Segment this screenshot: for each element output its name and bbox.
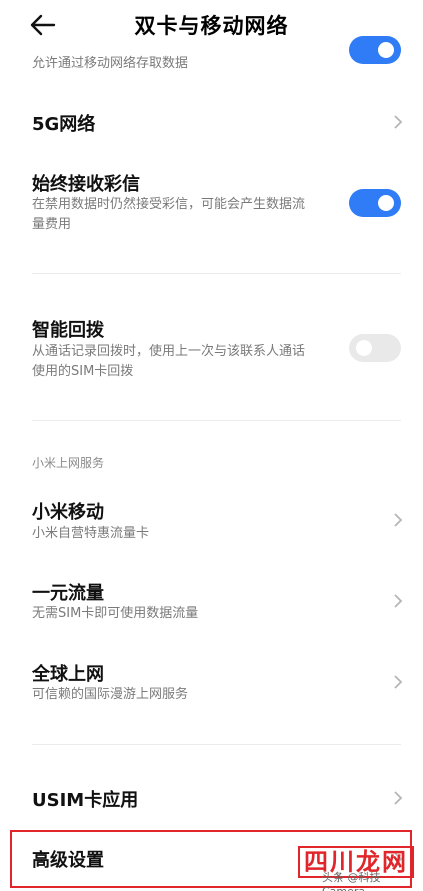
usim-app-row[interactable]: USIM卡应用	[0, 776, 423, 820]
chevron-right-icon	[394, 115, 403, 129]
xiaomi-mobile-label: 小米移动	[32, 502, 104, 523]
5g-network-label: 5G网络	[32, 114, 96, 135]
5g-network-row[interactable]: 5G网络	[0, 100, 423, 144]
one-yuan-data-row[interactable]: 一元流量 无需SIM卡即可使用数据流量	[0, 576, 423, 632]
global-internet-label: 全球上网	[32, 664, 104, 685]
always-receive-mms-desc-1: 在禁用数据时仍然接受彩信，可能会产生数据流	[32, 197, 306, 212]
divider	[32, 420, 401, 421]
advanced-settings-label: 高级设置	[32, 850, 104, 871]
chevron-right-icon	[394, 791, 403, 805]
section-header-xiaomi-services: 小米上网服务	[32, 456, 105, 470]
always-receive-mms-row[interactable]: 始终接收彩信 在禁用数据时仍然接受彩信，可能会产生数据流 量费用	[0, 165, 423, 245]
smart-redial-label: 智能回拨	[32, 320, 104, 341]
chevron-right-icon	[394, 675, 403, 689]
divider	[32, 273, 401, 274]
always-receive-mms-toggle[interactable]	[349, 189, 401, 217]
chevron-right-icon	[394, 513, 403, 527]
smart-redial-toggle[interactable]	[349, 334, 401, 362]
xiaomi-mobile-row[interactable]: 小米移动 小米自营特惠流量卡	[0, 494, 423, 550]
global-internet-row[interactable]: 全球上网 可信赖的国际漫游上网服务	[0, 657, 423, 713]
always-receive-mms-desc-2: 量费用	[32, 217, 72, 232]
one-yuan-data-label: 一元流量	[32, 583, 104, 604]
mobile-data-row[interactable]: 允许通过移动网络存取数据	[0, 36, 423, 88]
smart-redial-desc-1: 从通话记录回拨时，使用上一次与该联系人通话	[32, 344, 306, 359]
one-yuan-data-desc: 无需SIM卡即可使用数据流量	[32, 606, 199, 621]
watermark-credit: 头条 @科技Camera	[322, 871, 381, 891]
smart-redial-row[interactable]: 智能回拨 从通话记录回拨时，使用上一次与该联系人通话 使用的SIM卡回拨	[0, 312, 423, 392]
xiaomi-mobile-desc: 小米自营特惠流量卡	[32, 526, 150, 541]
global-internet-desc: 可信赖的国际漫游上网服务	[32, 687, 189, 702]
mobile-data-toggle[interactable]	[349, 36, 401, 64]
divider	[32, 744, 401, 745]
chevron-right-icon	[394, 594, 403, 608]
usim-app-label: USIM卡应用	[32, 790, 139, 811]
mobile-data-subtitle: 允许通过移动网络存取数据	[32, 56, 189, 71]
smart-redial-desc-2: 使用的SIM卡回拨	[32, 364, 134, 379]
always-receive-mms-label: 始终接收彩信	[32, 174, 140, 195]
